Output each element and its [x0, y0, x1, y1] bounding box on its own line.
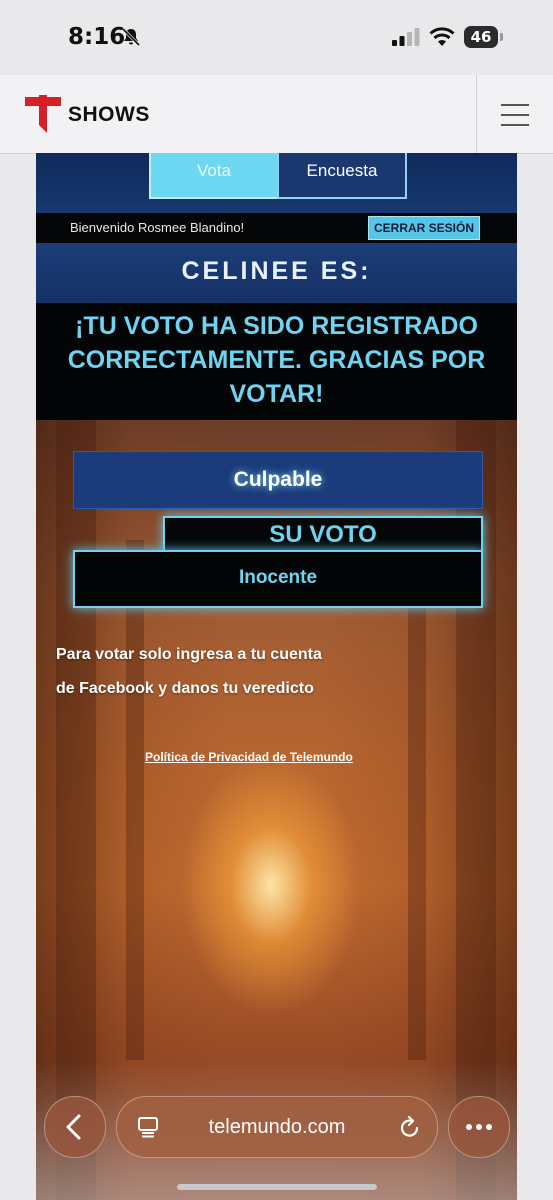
more-button[interactable]: [448, 1096, 510, 1158]
voting-info: Para votar solo ingresa a tu cuenta de F…: [56, 638, 416, 706]
back-button[interactable]: [44, 1096, 106, 1158]
tabs-icon[interactable]: [137, 1116, 159, 1138]
option-culpable-label: Culpable: [233, 468, 323, 491]
address-bar[interactable]: telemundo.com: [116, 1096, 438, 1158]
poll-content: Vota Encuesta Bienvenido Rosmee Blandino…: [36, 153, 517, 1200]
tabs-area: Vota Encuesta: [36, 153, 517, 215]
signal-icon: [392, 28, 420, 46]
voting-info-line1: Para votar solo ingresa a tu cuenta: [56, 646, 322, 663]
option-culpable[interactable]: Culpable: [73, 451, 483, 509]
poll-heading: CELINEE ES:: [181, 257, 372, 285]
welcome-text: Bienvenido Rosmee Blandino!: [70, 220, 245, 235]
confirmation-text: ¡TU VOTO HA SIDO REGISTRADO CORRECTAMENT…: [67, 312, 486, 408]
poll-heading-bar: CELINEE ES:: [36, 243, 517, 303]
battery-icon: 46: [464, 26, 504, 48]
menu-divider: [476, 75, 477, 153]
option-inocente-label: Inocente: [238, 567, 318, 588]
confirmation-banner: ¡TU VOTO HA SIDO REGISTRADO CORRECTAMENT…: [36, 303, 517, 420]
url-text[interactable]: telemundo.com: [197, 1097, 357, 1157]
welcome-bar: Bienvenido Rosmee Blandino! CERRAR SESIÓ…: [36, 213, 517, 243]
telemundo-logo[interactable]: [25, 95, 61, 133]
tab-vota[interactable]: Vota: [149, 153, 279, 199]
status-bar: 8:16 46: [0, 0, 553, 75]
site-header: SHOWS: [0, 75, 553, 154]
privacy-link[interactable]: Política de Privacidad de Telemundo: [145, 750, 353, 764]
back-chevron-icon: [66, 1114, 81, 1140]
voting-info-line2: de Facebook y danos tu veredicto: [56, 680, 314, 697]
tab-encuesta[interactable]: Encuesta: [277, 153, 407, 199]
hamburger-icon[interactable]: [501, 104, 529, 126]
your-vote-label: SU VOTO: [269, 521, 377, 548]
your-vote-badge: SU VOTO: [163, 516, 483, 554]
battery-level: 46: [470, 28, 492, 46]
reload-icon[interactable]: [399, 1115, 421, 1139]
status-time: 8:16: [68, 24, 126, 50]
wifi-icon: [429, 27, 455, 46]
logout-button[interactable]: CERRAR SESIÓN: [368, 216, 480, 240]
bell-slash-icon: [121, 27, 141, 47]
more-icon: [466, 1124, 492, 1130]
shows-brand[interactable]: SHOWS: [68, 103, 150, 127]
option-inocente[interactable]: Inocente: [73, 550, 483, 608]
home-indicator[interactable]: [177, 1184, 377, 1190]
